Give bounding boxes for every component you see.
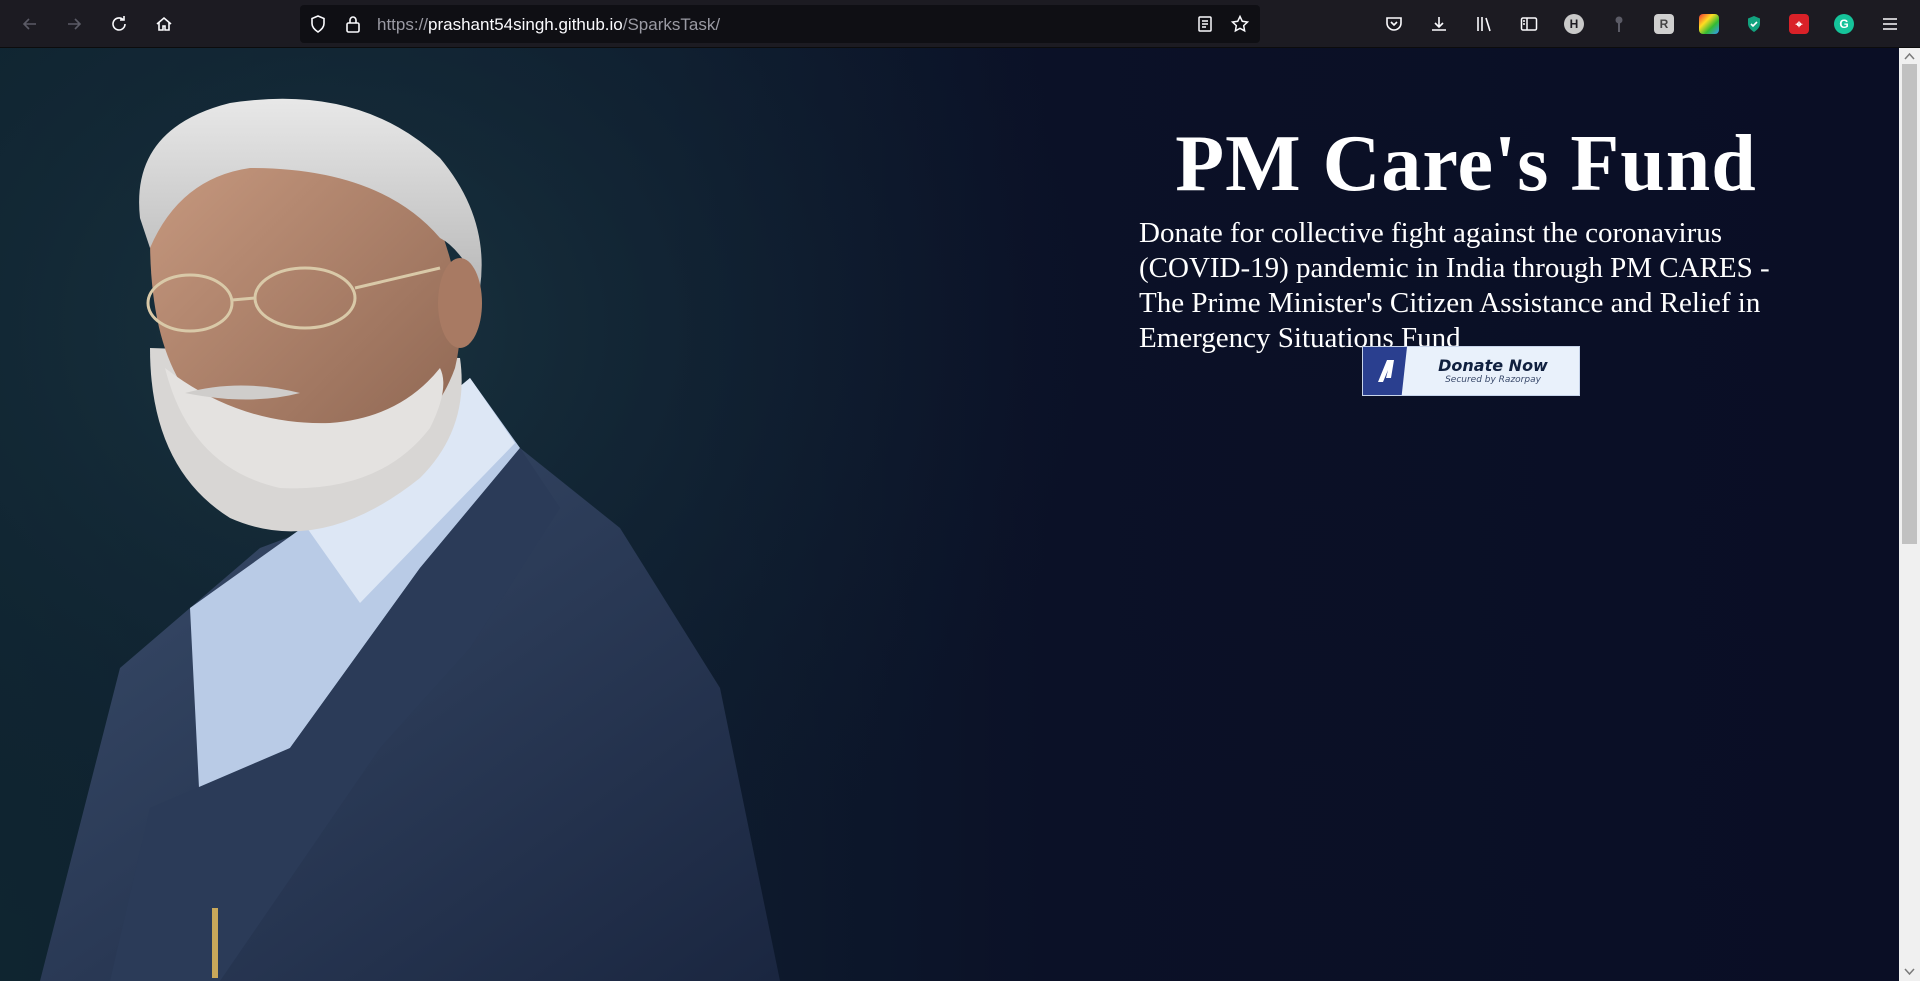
reader-view-icon[interactable] xyxy=(1195,14,1215,34)
razorpay-logo-icon xyxy=(1363,347,1407,395)
donate-now-button[interactable]: Donate Now Secured by Razorpay xyxy=(1362,346,1580,396)
sidebar-icon[interactable] xyxy=(1515,10,1543,38)
reload-icon[interactable] xyxy=(103,8,135,40)
url-prefix: https:// xyxy=(377,15,429,34)
red-extension-icon[interactable]: ⌖ xyxy=(1785,10,1813,38)
back-arrow-icon[interactable] xyxy=(14,8,46,40)
vertical-scrollbar[interactable] xyxy=(1899,48,1920,981)
key-icon[interactable] xyxy=(1605,10,1633,38)
h-badge: H xyxy=(1564,14,1584,34)
library-icon[interactable] xyxy=(1470,10,1498,38)
page-viewport: PM Care's Fund Donate for collective fig… xyxy=(0,48,1899,981)
colorful-extension-icon[interactable] xyxy=(1695,10,1723,38)
portrait-image xyxy=(0,48,1100,981)
menu-icon[interactable] xyxy=(1876,10,1904,38)
url-text[interactable]: https://prashant54singh.github.io/Sparks… xyxy=(377,15,720,35)
scroll-thumb[interactable] xyxy=(1902,64,1917,544)
scroll-down-arrow-icon[interactable] xyxy=(1904,966,1915,977)
lock-icon[interactable] xyxy=(343,14,363,34)
shield-check-icon[interactable] xyxy=(1740,10,1768,38)
tracking-shield-icon[interactable] xyxy=(308,14,328,34)
url-host: prashant54singh.github.io xyxy=(428,15,623,34)
g-badge: G xyxy=(1834,14,1854,34)
grammarly-icon[interactable]: G xyxy=(1830,10,1858,38)
browser-toolbar: https://prashant54singh.github.io/Sparks… xyxy=(0,0,1920,48)
forward-arrow-icon[interactable] xyxy=(58,8,90,40)
hero-section: PM Care's Fund Donate for collective fig… xyxy=(1136,118,1796,356)
home-icon[interactable] xyxy=(148,8,180,40)
url-bar[interactable]: https://prashant54singh.github.io/Sparks… xyxy=(300,5,1260,43)
pocket-icon[interactable] xyxy=(1380,10,1408,38)
donate-button-label: Donate Now xyxy=(1438,355,1548,375)
h-extension-icon[interactable]: H xyxy=(1560,10,1588,38)
download-icon[interactable] xyxy=(1425,10,1453,38)
donate-button-text: Donate Now Secured by Razorpay xyxy=(1407,347,1579,395)
r-extension-icon[interactable]: R xyxy=(1650,10,1678,38)
scroll-up-arrow-icon[interactable] xyxy=(1904,51,1915,62)
bookmark-star-icon[interactable] xyxy=(1230,14,1250,34)
page-description: Donate for collective fight against the … xyxy=(1139,217,1770,354)
url-path: /SparksTask/ xyxy=(622,15,721,34)
page-title: PM Care's Fund xyxy=(1175,120,1757,208)
donate-button-sublabel: Secured by Razorpay xyxy=(1445,374,1541,385)
